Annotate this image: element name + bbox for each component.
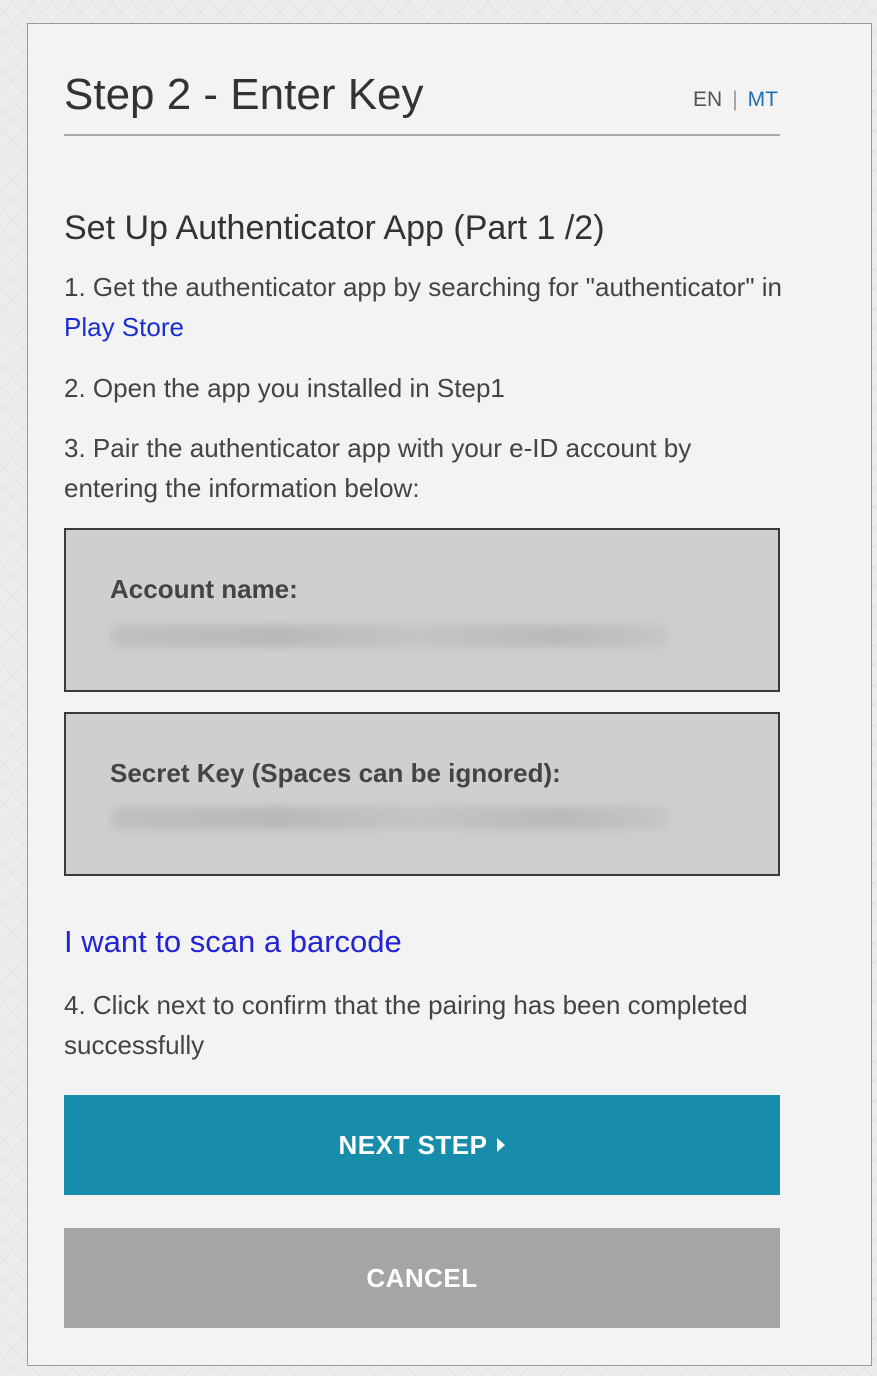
language-switcher: EN | MT	[693, 88, 778, 112]
page-header: Step 2 - Enter Key EN | MT	[64, 70, 780, 136]
step-3-text: 3. Pair the authenticator app with your …	[64, 433, 692, 503]
account-name-box: Account name:	[64, 528, 780, 692]
lang-separator: |	[732, 88, 738, 111]
secret-key-box: Secret Key (Spaces can be ignored):	[64, 712, 780, 876]
lang-en-link[interactable]: EN	[693, 88, 722, 112]
account-name-value-blurred	[110, 624, 670, 648]
play-store-link[interactable]: Play Store	[64, 312, 184, 342]
scan-barcode-link[interactable]: I want to scan a barcode	[64, 922, 402, 962]
account-name-label: Account name:	[110, 574, 298, 604]
step-4-text: 4. Click next to confirm that the pairin…	[64, 990, 748, 1060]
section-title: Set Up Authenticator App (Part 1 /2)	[64, 209, 605, 247]
lang-mt-link[interactable]: MT	[748, 88, 778, 112]
next-step-label: NEXT STEP	[338, 1129, 488, 1160]
caret-right-icon	[497, 1138, 506, 1152]
step-1-body: 1. Get the authenticator app by searchin…	[64, 272, 783, 302]
step-1-text: 1. Get the authenticator app by searchin…	[64, 267, 784, 347]
secret-key-label: Secret Key (Spaces can be ignored):	[110, 758, 561, 788]
cancel-label: CANCEL	[366, 1262, 478, 1293]
step-2-text: 2. Open the app you installed in Step1	[64, 373, 505, 403]
page-title: Step 2 - Enter Key	[64, 70, 424, 119]
cancel-button[interactable]: CANCEL	[64, 1228, 780, 1328]
secret-key-value-blurred	[110, 806, 670, 830]
next-step-button[interactable]: NEXT STEP	[64, 1095, 780, 1195]
